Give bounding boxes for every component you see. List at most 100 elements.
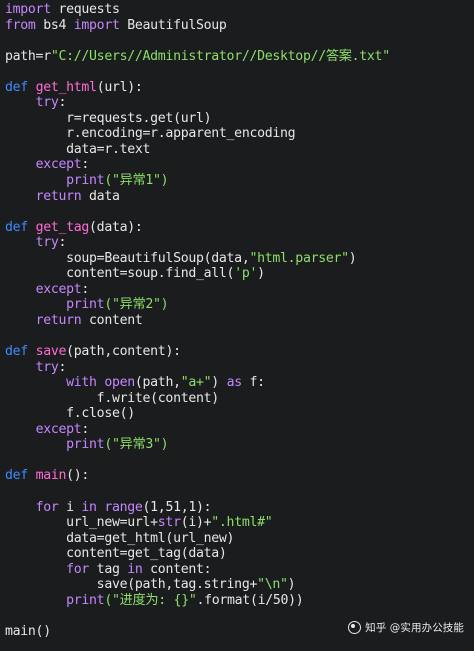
keyword-token: in [81,499,97,515]
code-token: (url): [96,79,143,95]
code-token: (data): [89,219,143,235]
string-token: 'p' [234,266,258,282]
code-token: data=r.text [5,141,151,157]
string-token: ".html#" [211,515,273,531]
code-token: path=r [5,48,51,64]
code-token: data [81,188,120,204]
code-token: (i)+ [180,515,212,531]
code-line[interactable]: except: [5,282,390,298]
keyword-token: except [35,421,82,437]
code-line[interactable]: with open(path,"a+") as f: [5,375,390,391]
code-token: content=soup.find_all( [5,266,235,282]
builtin-token: print [66,437,105,453]
builtin-token: range [104,499,143,515]
code-token: i [58,499,82,515]
def-keyword-token: def [5,79,28,95]
code-line[interactable]: def get_html(url): [5,80,390,96]
code-token: main() [5,623,51,639]
code-token: requests [50,2,120,17]
code-line[interactable]: content=soup.find_all('p') [5,266,390,282]
code-line[interactable] [5,33,390,49]
code-editor[interactable]: import requests from bs4 import Beautiful… [0,0,474,651]
code-token: : [58,95,67,111]
code-line[interactable]: try: [5,235,390,251]
code-line[interactable]: print("异常2") [5,297,390,313]
string-token: ("异常1") [104,173,169,189]
code-line[interactable]: def main(): [5,468,390,484]
code-area[interactable]: import requests from bs4 import Beautiful… [5,2,390,639]
code-line[interactable]: print("进度为: {}".format(i/50)) [5,593,390,609]
keyword-token: return [35,312,82,328]
code-line[interactable]: try: [5,95,390,111]
keyword-token: from [5,17,36,33]
code-token: data=get_html(url_new) [5,530,235,546]
keyword-token: try [35,235,59,251]
code-line[interactable]: f.write(content) [5,391,390,407]
keyword-token: try [35,359,59,375]
code-line[interactable]: return data [5,189,390,205]
code-line[interactable] [5,64,390,80]
code-token: content=get_tag(data) [5,546,227,562]
code-line[interactable] [5,608,390,624]
code-line[interactable]: content=get_tag(data) [5,546,390,562]
code-line[interactable]: f.close() [5,406,390,422]
keyword-token: in [127,561,143,577]
code-line[interactable] [5,328,390,344]
code-token: f.close() [5,406,135,422]
string-token: ("异常3") [104,437,169,453]
code-line[interactable]: url_new=url+str(i)+".html#" [5,515,390,531]
code-line[interactable]: def save(path,content): [5,344,390,360]
code-line[interactable]: path=r"C://Users//Administrator//Desktop… [5,49,390,65]
code-token: save(path,tag.string+ [5,577,258,593]
code-line[interactable]: except: [5,422,390,438]
code-line[interactable]: return content [5,313,390,329]
code-line[interactable]: print("异常1") [5,173,390,189]
keyword-token: return [35,188,82,204]
code-token: (1,51,1): [142,499,212,515]
def-keyword-token: def [5,344,28,360]
code-line[interactable]: data=r.text [5,142,390,158]
string-token: "html.parser" [249,250,349,266]
code-token: soup=BeautifulSoup(data, [5,250,250,266]
code-line[interactable]: save(path,tag.string+"\n") [5,577,390,593]
code-line[interactable]: print("异常3") [5,437,390,453]
code-line[interactable]: data=get_html(url_new) [5,531,390,547]
code-line[interactable]: soup=BeautifulSoup(data,"html.parser") [5,251,390,267]
code-line[interactable]: from bs4 import BeautifulSoup [5,18,390,34]
code-line[interactable]: try: [5,360,390,376]
code-line[interactable]: main() [5,624,390,640]
function-name-token: main [35,468,67,484]
code-line[interactable]: except: [5,157,390,173]
builtin-token: print [66,592,105,608]
code-token: : [58,359,67,375]
code-line[interactable]: r.encoding=r.apparent_encoding [5,126,390,142]
builtin-token: open [104,375,135,391]
code-line[interactable]: r=requests.get(url) [5,111,390,127]
code-line[interactable]: for i in range(1,51,1): [5,500,390,516]
code-line[interactable] [5,453,390,469]
def-keyword-token: def [5,219,28,235]
code-line[interactable] [5,484,390,500]
code-token: r=requests.get(url) [5,110,212,126]
code-line[interactable] [5,204,390,220]
builtin-token: str [157,515,181,531]
keyword-token: except [35,281,82,297]
code-token: ) [287,577,296,593]
code-token: bs4 [35,17,74,33]
code-line[interactable]: def get_tag(data): [5,220,390,236]
code-token: (path,content): [66,344,181,360]
watermark-text: 知乎 @实用办公技能 [365,622,464,634]
code-token: BeautifulSoup [119,17,227,33]
code-line[interactable]: for tag in content: [5,562,390,578]
def-keyword-token: def [5,468,28,484]
function-name-token: get_tag [35,219,90,235]
code-line[interactable]: import requests [5,2,390,18]
